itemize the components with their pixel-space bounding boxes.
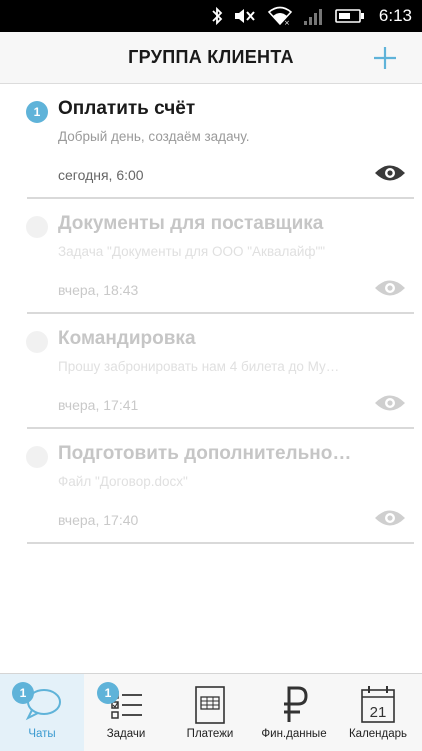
unread-badge: [26, 216, 48, 238]
list-item[interactable]: Документы для поставщика Задача "Докумен…: [0, 199, 422, 314]
tab-chats[interactable]: 1 Чаты: [0, 674, 84, 751]
tab-label: Задачи: [106, 728, 146, 740]
item-title: Документы для поставщика: [58, 213, 324, 234]
tab-tasks[interactable]: 1 Задачи: [84, 674, 168, 751]
status-bar: × 6:13: [0, 0, 422, 32]
mute-icon: [233, 6, 257, 26]
item-subtitle: Файл "Договор.docx": [58, 474, 188, 489]
tab-badge: 1: [97, 682, 119, 704]
item-subtitle: Задача "Документы для ООО "Аквалайф"": [58, 244, 326, 259]
item-subtitle: Добрый день, создаём задачу.: [58, 129, 250, 144]
tab-calendar[interactable]: 21 Календарь: [336, 674, 420, 751]
eye-icon[interactable]: [374, 392, 406, 414]
item-title: Подготовить дополнительно…: [58, 443, 352, 464]
divider: [27, 542, 414, 544]
item-subtitle: Прошу забронировать нам 4 билета до Му…: [58, 359, 340, 374]
item-title: Оплатить счёт: [58, 98, 196, 119]
svg-text:×: ×: [284, 19, 290, 26]
item-time: вчера, 17:41: [58, 397, 139, 413]
list-item[interactable]: Командировка Прошу забронировать нам 4 б…: [0, 314, 422, 429]
ruble-icon: [284, 686, 308, 722]
calendar-icon: 21: [361, 686, 395, 723]
tab-label: Чаты: [28, 728, 56, 740]
wifi-icon: ×: [267, 6, 293, 26]
invoice-icon: [195, 686, 225, 724]
eye-icon[interactable]: [374, 507, 406, 529]
tab-label: Фин.данные: [261, 728, 327, 740]
eye-icon[interactable]: [374, 162, 406, 184]
tab-label: Платежи: [186, 728, 234, 740]
list-item[interactable]: Подготовить дополнительно… Файл "Договор…: [0, 429, 422, 544]
signal-icon: [303, 6, 325, 26]
item-title: Командировка: [58, 328, 196, 349]
page-title: ГРУППА КЛИЕНТА: [128, 47, 294, 67]
item-time: вчера, 17:40: [58, 512, 139, 528]
item-time: сегодня, 6:00: [58, 167, 144, 183]
battery-icon: [335, 8, 365, 24]
tab-badge: 1: [12, 682, 34, 704]
app-header: ГРУППА КЛИЕНТА: [0, 32, 422, 84]
status-time: 6:13: [378, 6, 412, 25]
tab-payments[interactable]: Платежи: [168, 674, 252, 751]
unread-badge: [26, 331, 48, 353]
bluetooth-icon: [211, 6, 223, 26]
calendar-day: 21: [370, 704, 387, 721]
unread-badge: 1: [26, 101, 48, 123]
add-button[interactable]: [372, 45, 398, 71]
item-time: вчера, 18:43: [58, 282, 139, 298]
tab-financial-data[interactable]: Фин.данные: [252, 674, 336, 751]
task-list: 1 Оплатить счёт Добрый день, создаём зад…: [0, 84, 422, 544]
bottom-tab-bar: 1 Чаты 1 Задачи Платежи Фин.данные 21 Ка…: [0, 673, 422, 751]
tab-label: Календарь: [348, 728, 408, 740]
plus-icon: [374, 47, 396, 69]
eye-icon[interactable]: [374, 277, 406, 299]
list-item[interactable]: 1 Оплатить счёт Добрый день, создаём зад…: [0, 84, 422, 199]
unread-badge: [26, 446, 48, 468]
